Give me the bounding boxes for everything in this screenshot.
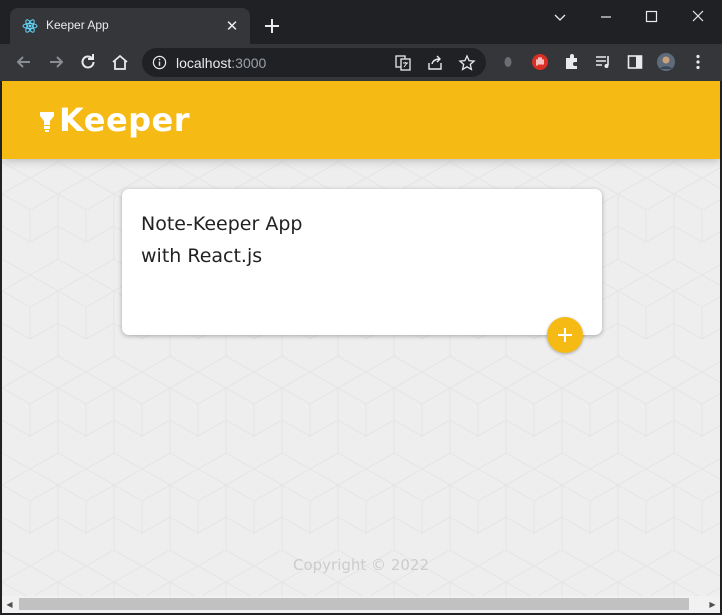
new-tab-icon[interactable] [262,16,282,36]
bookmark-star-icon[interactable] [458,54,476,72]
note-line-1: Note-Keeper App [141,213,303,235]
address-bar[interactable]: localhost:3000 [142,48,486,77]
forward-icon[interactable] [46,52,66,72]
side-panel-icon[interactable] [625,52,645,72]
app-header: Keeper [2,81,720,159]
note-line-2: with React.js [141,245,263,267]
lightbulb-icon [40,112,54,132]
page-viewport: Keeper Note-Keeper App with React.js Cop… [2,81,720,596]
translate-icon[interactable] [394,54,412,72]
browser-menu-icon[interactable] [688,52,708,72]
tab-search-chevron-icon[interactable] [550,8,570,26]
app-logo: Keeper [59,101,191,139]
back-icon[interactable] [14,52,34,72]
share-icon[interactable] [426,54,444,72]
url-text[interactable]: localhost:3000 [176,55,266,71]
site-info-icon[interactable] [152,55,167,70]
scroll-left-arrow-icon[interactable]: ◀ [2,596,17,613]
note-create-form[interactable]: Note-Keeper App with React.js [122,189,602,335]
scrollbar-thumb[interactable] [19,598,689,610]
note-content-textarea[interactable]: Note-Keeper App with React.js [141,208,401,272]
extension-red-hand-icon[interactable] [530,52,550,72]
tab-close-icon[interactable]: ✕ [222,16,242,36]
maximize-icon[interactable] [641,8,661,26]
browser-toolbar: localhost:3000 [0,44,722,81]
media-queue-icon[interactable] [593,52,613,72]
profile-avatar-icon[interactable] [656,52,676,72]
reload-icon[interactable] [78,52,98,72]
minimize-icon[interactable] [596,8,616,26]
footer-copyright: Copyright © 2022 [292,556,429,574]
close-window-icon[interactable] [688,8,708,26]
plus-icon [558,328,572,342]
extensions-puzzle-icon[interactable] [562,52,582,72]
browser-tab[interactable]: Keeper App ✕ [10,8,250,44]
add-note-button[interactable] [547,317,583,353]
extension-dim-icon[interactable] [498,52,518,72]
horizontal-scrollbar[interactable]: ◀ ▶ [2,596,720,613]
react-logo-icon [22,19,38,33]
tab-title: Keeper App [46,18,109,32]
tab-strip: Keeper App ✕ [0,0,722,44]
scroll-right-arrow-icon[interactable]: ▶ [705,596,720,613]
home-icon[interactable] [110,52,130,72]
